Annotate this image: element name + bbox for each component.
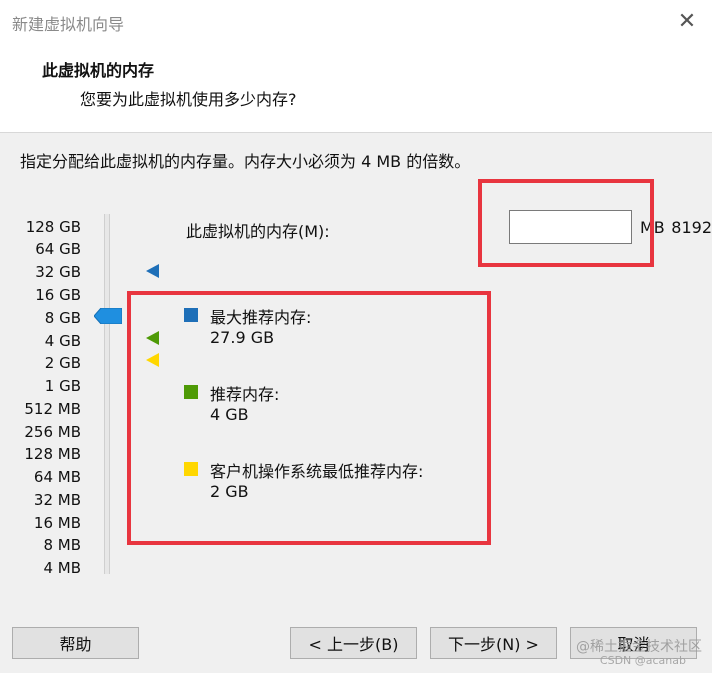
wizard-window: 新建虚拟机向导 ✕ 此虚拟机的内存 您要为此虚拟机使用多少内存? 指定分配给此虚… xyxy=(0,0,712,673)
watermark-text: @稀土掘金技术社区 xyxy=(576,639,702,655)
memory-slider-thumb[interactable] xyxy=(94,308,122,324)
window-title: 新建虚拟机向导 xyxy=(12,15,125,34)
recommended-marker-icon xyxy=(146,331,159,345)
help-button[interactable]: 帮助 xyxy=(12,627,139,659)
scale-tick: 64 GB xyxy=(35,240,81,258)
close-icon[interactable]: ✕ xyxy=(674,6,700,36)
legend-rec-swatch xyxy=(184,385,198,399)
page-subtitle: 您要为此虚拟机使用多少内存? xyxy=(80,90,297,109)
next-button[interactable]: 下一步(N) > xyxy=(430,627,557,659)
scale-tick: 16 MB xyxy=(33,514,81,532)
memory-slider-track[interactable] xyxy=(104,214,110,574)
scale-tick: 32 GB xyxy=(35,263,81,281)
legend-rec-title: 推荐内存: xyxy=(210,385,280,404)
memory-unit: MB xyxy=(640,218,665,237)
watermark-subtext: CSDN @acanab xyxy=(599,654,686,667)
legend-min-title: 客户机操作系统最低推荐内存: xyxy=(210,462,424,481)
memory-spinbox xyxy=(509,210,712,244)
legend-max-swatch xyxy=(184,308,198,322)
page-header: 此虚拟机的内存 您要为此虚拟机使用多少内存? xyxy=(0,44,712,133)
memory-label: 此虚拟机的内存(M): xyxy=(186,222,330,241)
minimum-marker-icon xyxy=(146,353,159,367)
scale-tick: 8 MB xyxy=(43,536,81,554)
memory-input[interactable] xyxy=(510,211,712,243)
scale-tick: 16 GB xyxy=(35,286,81,304)
scale-tick: 2 GB xyxy=(44,354,81,372)
scale-tick: 32 MB xyxy=(33,491,81,509)
legend-max-title: 最大推荐内存: xyxy=(210,308,312,327)
back-button[interactable]: < 上一步(B) xyxy=(290,627,417,659)
scale-tick: 1 GB xyxy=(44,377,81,395)
scale-tick: 128 GB xyxy=(25,218,81,236)
highlight-legend-box xyxy=(127,291,491,545)
max-recommended-marker-icon xyxy=(146,264,159,278)
scale-tick: 256 MB xyxy=(24,423,81,441)
scale-tick: 8 GB xyxy=(44,309,81,327)
scale-tick: 4 GB xyxy=(44,332,81,350)
page-title: 此虚拟机的内存 xyxy=(42,61,155,80)
instruction-text: 指定分配给此虚拟机的内存量。内存大小必须为 4 MB 的倍数。 xyxy=(20,152,471,171)
scale-tick: 4 MB xyxy=(43,559,81,577)
scale-tick: 128 MB xyxy=(24,445,81,463)
legend-min-swatch xyxy=(184,462,198,476)
legend-rec-value: 4 GB xyxy=(210,405,249,424)
legend-min-value: 2 GB xyxy=(210,482,249,501)
scale-tick: 64 MB xyxy=(33,468,81,486)
legend-max-value: 27.9 GB xyxy=(210,328,275,347)
title-bar: 新建虚拟机向导 ✕ xyxy=(0,0,712,44)
scale-tick: 512 MB xyxy=(24,400,81,418)
